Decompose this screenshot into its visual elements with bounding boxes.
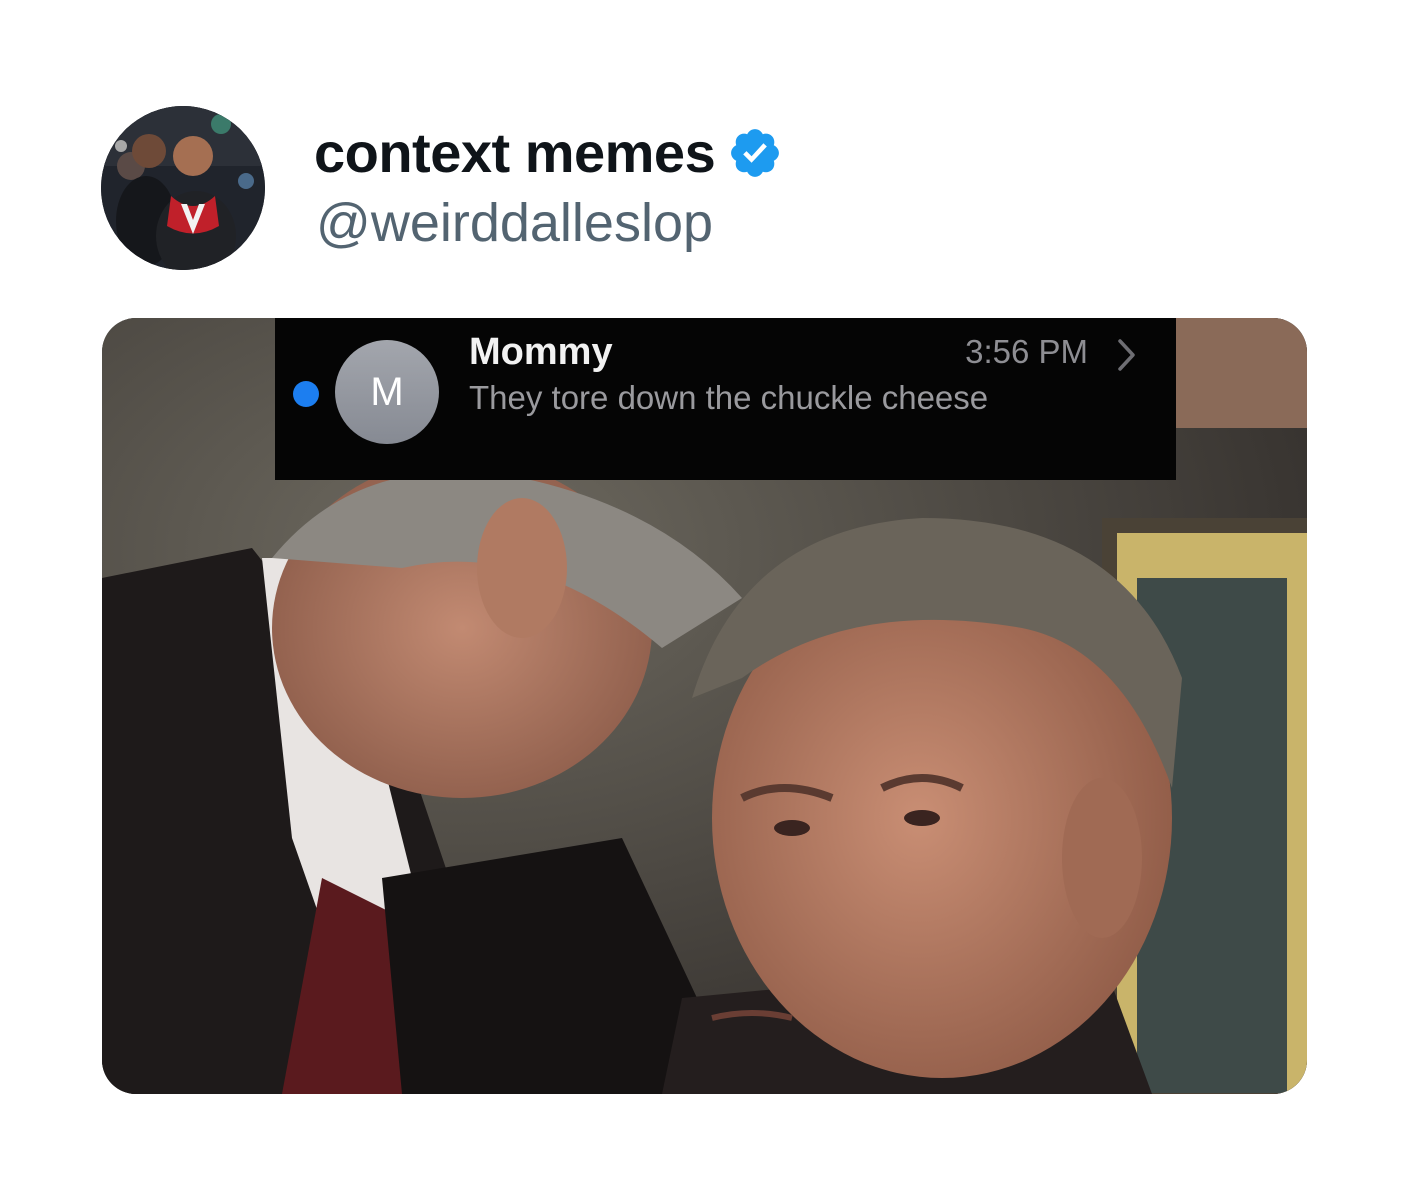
user-handle[interactable]: @weirddalleslop xyxy=(316,196,713,250)
notification-sender: Mommy xyxy=(469,331,613,373)
verified-badge-icon xyxy=(727,125,783,181)
display-name[interactable]: context memes xyxy=(314,125,716,181)
unread-indicator-icon xyxy=(293,381,319,407)
chevron-right-icon[interactable] xyxy=(1116,338,1138,372)
contact-initial: M xyxy=(370,369,404,414)
message-notification-banner[interactable]: M Mommy 3:56 PM They tore down the chuck… xyxy=(275,318,1176,480)
tweet-media-image[interactable]: M Mommy 3:56 PM They tore down the chuck… xyxy=(102,318,1307,1094)
tweet-card: context memes @weirddalleslop M Mommy 3:… xyxy=(0,0,1409,1200)
notification-time: 3:56 PM xyxy=(965,333,1088,370)
notification-message: They tore down the chuckle cheese xyxy=(469,379,989,416)
contact-avatar: M xyxy=(335,340,439,444)
profile-avatar[interactable] xyxy=(101,106,265,270)
display-name-row: context memes xyxy=(314,118,783,188)
